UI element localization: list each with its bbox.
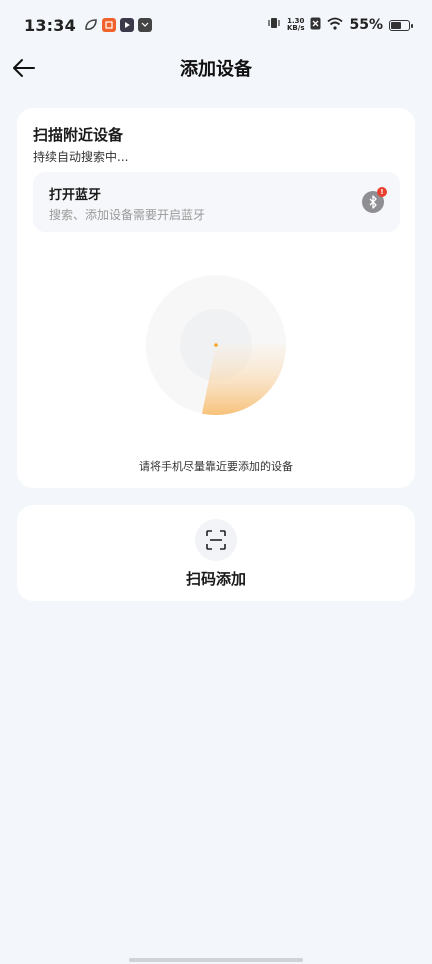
leaf-app-icon: [84, 18, 98, 32]
net-speed-unit: KB/s: [287, 24, 305, 32]
status-right: 1.30 KB/s 55%: [267, 16, 413, 34]
mail-app-icon: [137, 18, 152, 32]
bluetooth-title: 打开蓝牙: [49, 188, 102, 203]
home-indicator[interactable]: [129, 958, 303, 962]
page-title: 添加设备: [180, 59, 252, 80]
net-speed: 1.30 KB/s: [287, 18, 304, 32]
nav-bar: 添加设备: [0, 50, 432, 86]
play-app-icon: [119, 18, 134, 32]
arrow-left-icon: [13, 59, 35, 77]
screen: 13:34 1.30 KB/s 55% 添加设备 扫描附近设备 持续自动搜索中.…: [0, 0, 432, 964]
enable-bluetooth-row[interactable]: 打开蓝牙 搜索、添加设备需要开启蓝牙 !: [33, 172, 400, 232]
scan-title: 扫描附近设备: [33, 126, 124, 144]
scan-qr-card[interactable]: 扫码添加: [17, 505, 415, 601]
orange-app-icon: [101, 18, 116, 32]
radar-center-dot: [214, 343, 218, 347]
scan-qr-button[interactable]: [195, 519, 237, 561]
proximity-hint: 请将手机尽量靠近要添加的设备: [139, 460, 293, 473]
battery-percent: 55%: [349, 17, 383, 33]
scan-qr-label: 扫码添加: [185, 570, 246, 588]
no-sim-icon: [310, 16, 321, 34]
bluetooth-icon[interactable]: !: [362, 187, 387, 213]
scan-subtitle: 持续自动搜索中...: [33, 150, 129, 164]
scan-icon: [206, 530, 226, 550]
status-time: 13:34: [24, 15, 76, 35]
battery-icon: [389, 19, 413, 31]
battery-fill: [391, 21, 402, 29]
back-button[interactable]: [10, 54, 38, 82]
notification-icons: [84, 18, 152, 32]
radar-scan-animation: [146, 275, 286, 415]
alert-badge: !: [377, 187, 387, 197]
scan-nearby-card: 扫描附近设备 持续自动搜索中... 打开蓝牙 搜索、添加设备需要开启蓝牙 ! 请…: [17, 108, 415, 488]
radar-sweep: [202, 345, 286, 415]
vibrate-icon: [267, 16, 281, 34]
status-bar: 13:34 1.30 KB/s 55%: [0, 0, 432, 50]
wifi-icon: [327, 16, 344, 34]
bluetooth-description: 搜索、添加设备需要开启蓝牙: [49, 208, 206, 222]
